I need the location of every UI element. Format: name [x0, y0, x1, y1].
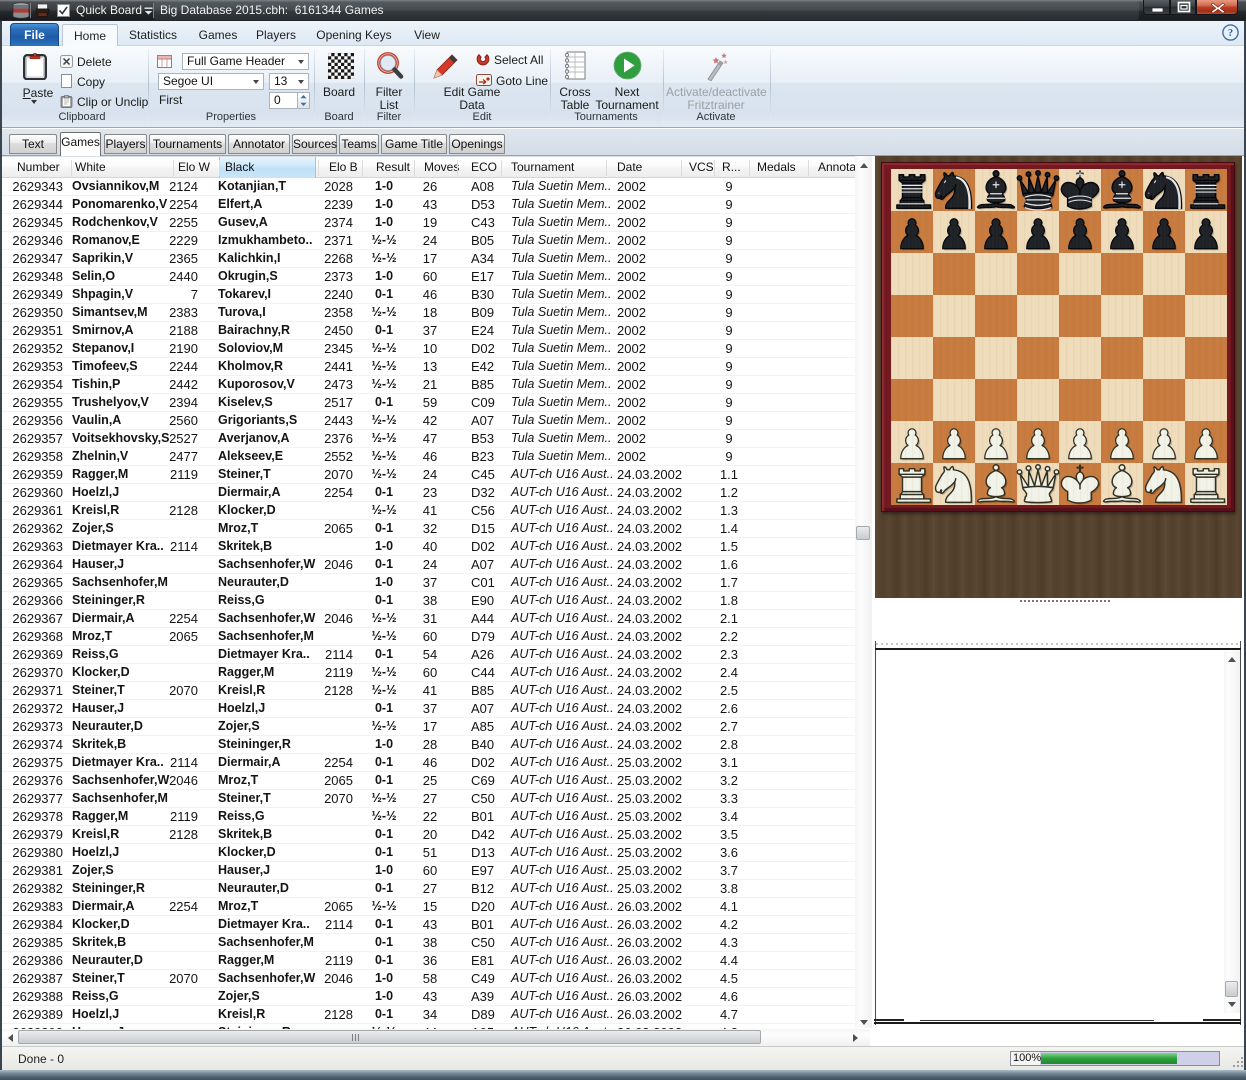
svg-text:?: ? — [1228, 28, 1233, 39]
